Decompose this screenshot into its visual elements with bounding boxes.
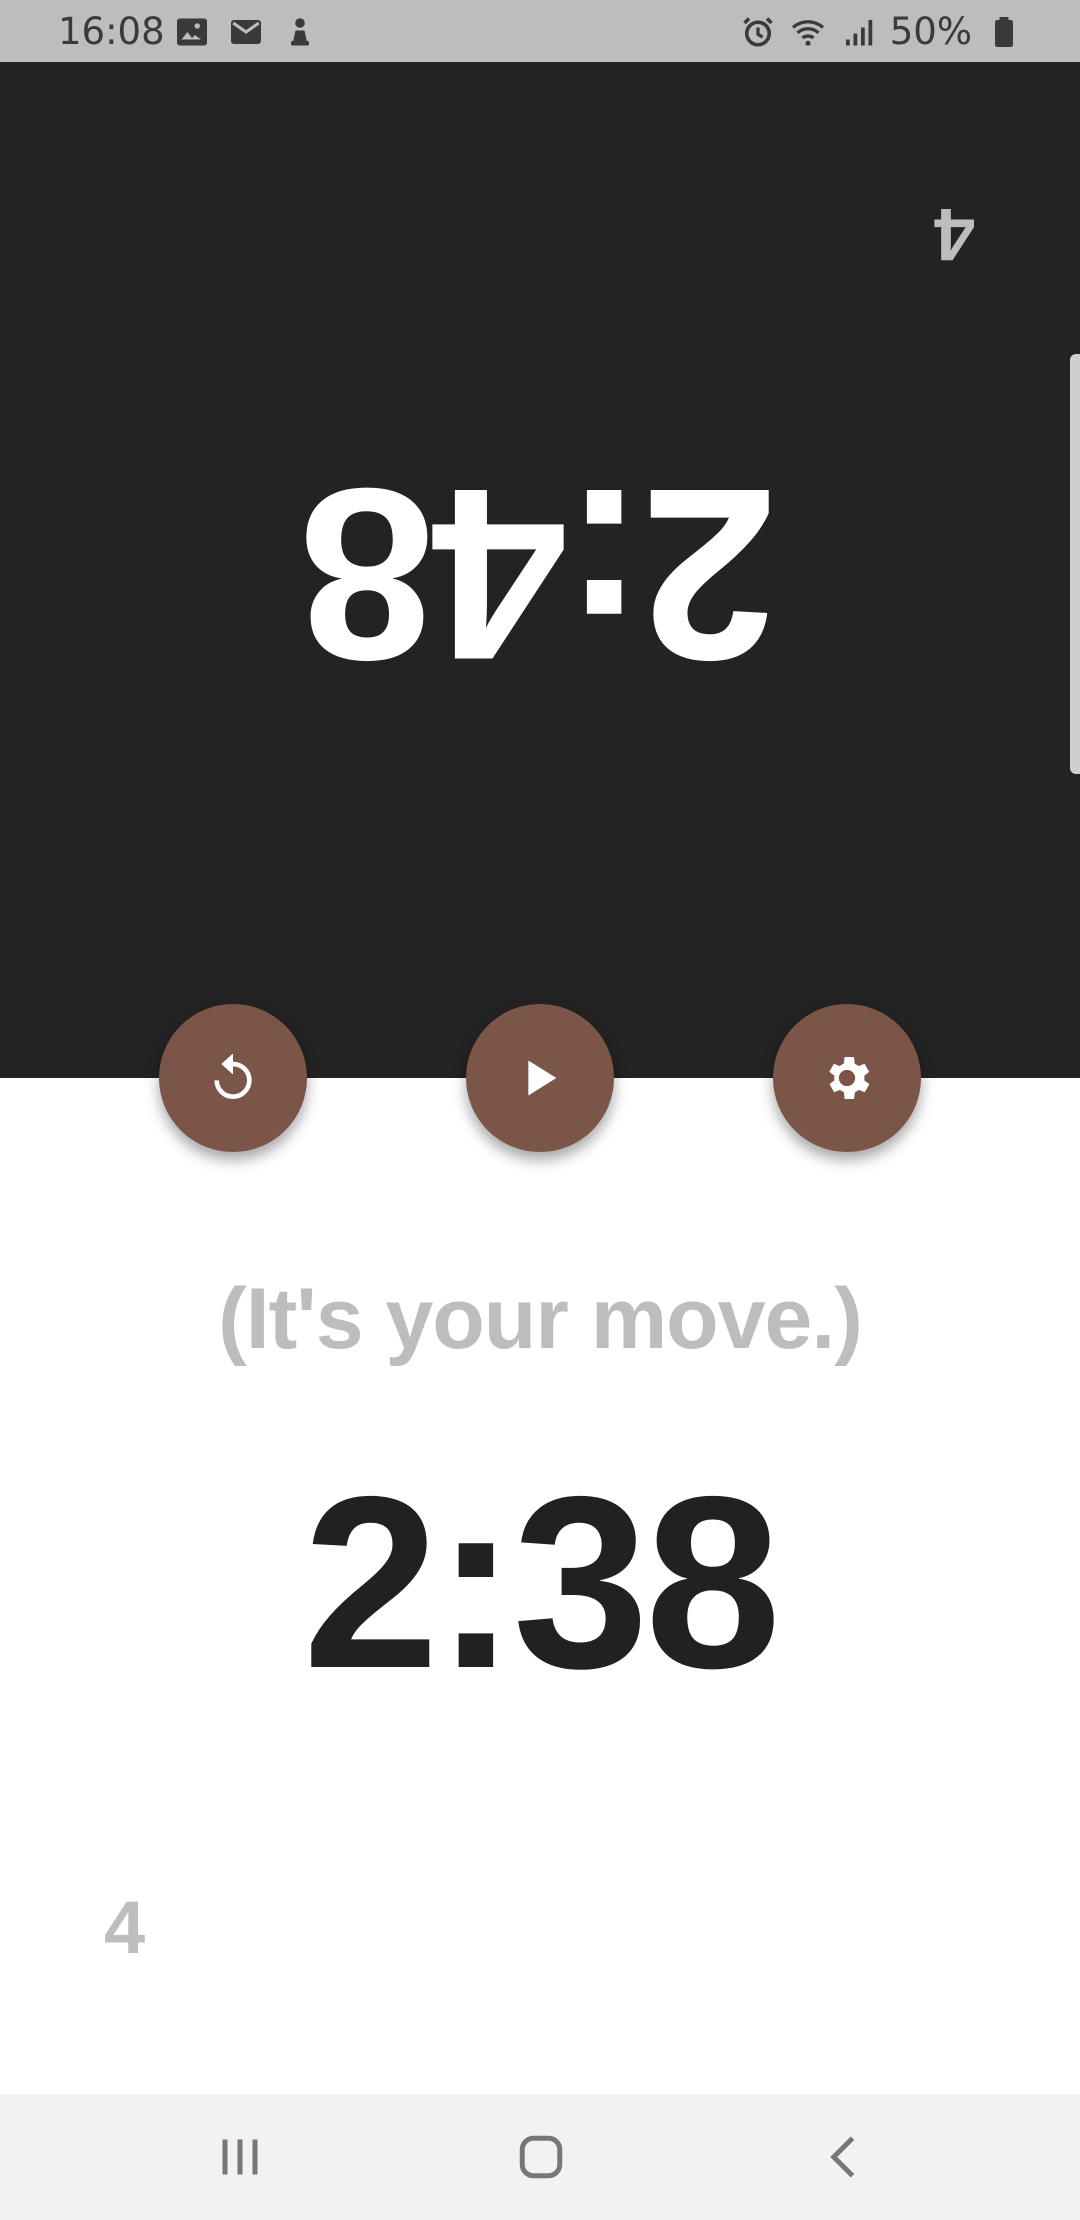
mail-icon xyxy=(231,20,261,44)
back-icon xyxy=(830,2136,855,2178)
opponent-clock-panel[interactable]: 4 2:48 xyxy=(0,62,1080,1078)
chess-clock-screen: 16:08 50% 4 2:48 (It's your move.) 2:38 … xyxy=(0,0,1080,2220)
navigation-bar xyxy=(0,2094,1080,2220)
play-icon xyxy=(528,1060,557,1096)
turn-status-text: (It's your move.) xyxy=(218,1271,863,1367)
gear-icon xyxy=(829,1057,870,1099)
alarm-icon xyxy=(742,16,773,47)
back-button[interactable] xyxy=(812,2124,878,2190)
battery-percent: 50% xyxy=(889,10,972,53)
home-icon xyxy=(519,2135,563,2179)
player-move-count: 4 xyxy=(104,1886,146,1969)
settings-button[interactable] xyxy=(773,1004,921,1152)
gallery-icon xyxy=(177,18,207,46)
status-left-icons xyxy=(174,14,318,50)
wifi-icon xyxy=(791,19,824,46)
opponent-time: 2:48 xyxy=(302,438,778,712)
reset-icon xyxy=(214,1053,252,1099)
chess-pawn-icon xyxy=(291,18,309,46)
play-button[interactable] xyxy=(466,1004,614,1152)
status-bar: 16:08 50% xyxy=(0,0,1080,62)
recents-button[interactable] xyxy=(207,2124,273,2190)
battery-icon xyxy=(995,16,1013,47)
edge-panel-handle[interactable] xyxy=(1070,354,1080,774)
player-time[interactable]: 2:38 xyxy=(0,1460,1080,1705)
opponent-move-count: 4 xyxy=(933,193,975,276)
recents-icon xyxy=(222,2139,258,2175)
status-time: 16:08 xyxy=(58,10,165,53)
home-button[interactable] xyxy=(508,2124,574,2190)
reset-button[interactable] xyxy=(159,1004,307,1152)
signal-icon xyxy=(845,19,872,45)
status-right-icons: 50% xyxy=(740,10,1022,53)
